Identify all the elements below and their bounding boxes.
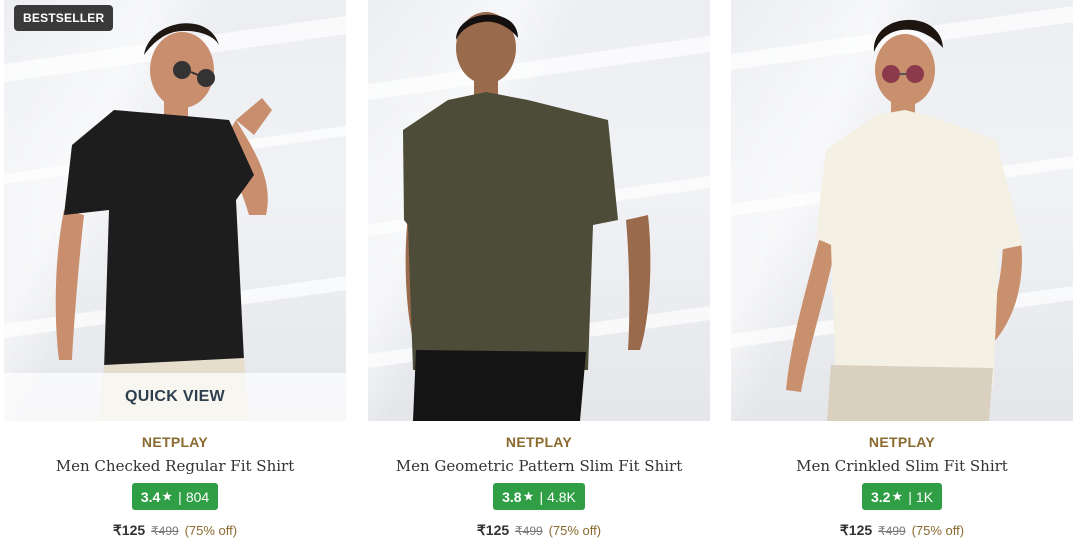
quick-view-button[interactable]: QUICK VIEW — [4, 373, 346, 421]
product-name[interactable]: Men Checked Regular Fit Shirt — [4, 457, 346, 475]
rating-badge: 3.4 ★ | 804 — [131, 483, 219, 510]
star-icon: ★ — [162, 491, 173, 503]
rating-value: 3.4 — [140, 488, 161, 505]
rating-count: 4.8K — [547, 488, 576, 505]
original-price: ₹499 — [878, 524, 906, 538]
rating-badge: 3.8 ★ | 4.8K — [493, 483, 585, 510]
bestseller-badge: BESTSELLER — [14, 5, 114, 31]
model-figure — [786, 19, 1023, 421]
rating-value: 3.2 — [870, 488, 891, 505]
rating-separator: | — [178, 488, 182, 505]
original-price: ₹499 — [151, 524, 179, 538]
rating-count: 1K — [915, 488, 934, 505]
price-row: ₹125 ₹499 (75% off) — [731, 522, 1073, 539]
star-icon: ★ — [892, 491, 903, 503]
rating-badge: 3.2 ★ | 1K — [861, 483, 943, 510]
product-name[interactable]: Men Geometric Pattern Slim Fit Shirt — [368, 457, 710, 475]
star-icon: ★ — [523, 491, 534, 503]
model-figure — [55, 23, 272, 421]
selling-price: ₹125 — [112, 522, 146, 538]
pants-shape — [413, 350, 586, 421]
product-image[interactable]: BESTSELLER QUICK VIEW — [4, 0, 346, 421]
discount-label: (75% off) — [548, 523, 602, 538]
product-card[interactable]: BESTSELLER QUICK VIEW NETPLAY Men Checke… — [4, 0, 346, 553]
product-brand[interactable]: NETPLAY — [368, 434, 710, 450]
price-row: ₹125 ₹499 (75% off) — [368, 522, 710, 539]
product-card[interactable]: NETPLAY Men Geometric Pattern Slim Fit S… — [368, 0, 710, 553]
product-brand[interactable]: NETPLAY — [731, 434, 1073, 450]
model-figure — [403, 12, 651, 421]
product-name[interactable]: Men Crinkled Slim Fit Shirt — [731, 457, 1073, 475]
shirt-shape — [403, 92, 618, 370]
original-price: ₹499 — [515, 524, 543, 538]
discount-label: (75% off) — [184, 523, 238, 538]
product-image[interactable] — [731, 0, 1073, 421]
pants-shape — [827, 365, 993, 421]
product-grid: BESTSELLER QUICK VIEW NETPLAY Men Checke… — [0, 0, 1087, 553]
rating-count: 804 — [185, 488, 210, 505]
quick-view-label: QUICK VIEW — [125, 388, 225, 405]
product-card[interactable]: NETPLAY Men Crinkled Slim Fit Shirt 3.2 … — [731, 0, 1073, 553]
selling-price: ₹125 — [839, 522, 873, 538]
selling-price: ₹125 — [476, 522, 510, 538]
price-row: ₹125 ₹499 (75% off) — [4, 522, 346, 539]
rating-separator: | — [908, 488, 912, 505]
rating-separator: | — [539, 488, 544, 505]
product-brand[interactable]: NETPLAY — [4, 434, 346, 450]
product-image[interactable] — [368, 0, 710, 421]
rating-value: 3.8 — [502, 488, 522, 505]
shirt-shape — [816, 110, 1023, 388]
shirt-shape — [64, 110, 254, 370]
discount-label: (75% off) — [911, 523, 965, 538]
